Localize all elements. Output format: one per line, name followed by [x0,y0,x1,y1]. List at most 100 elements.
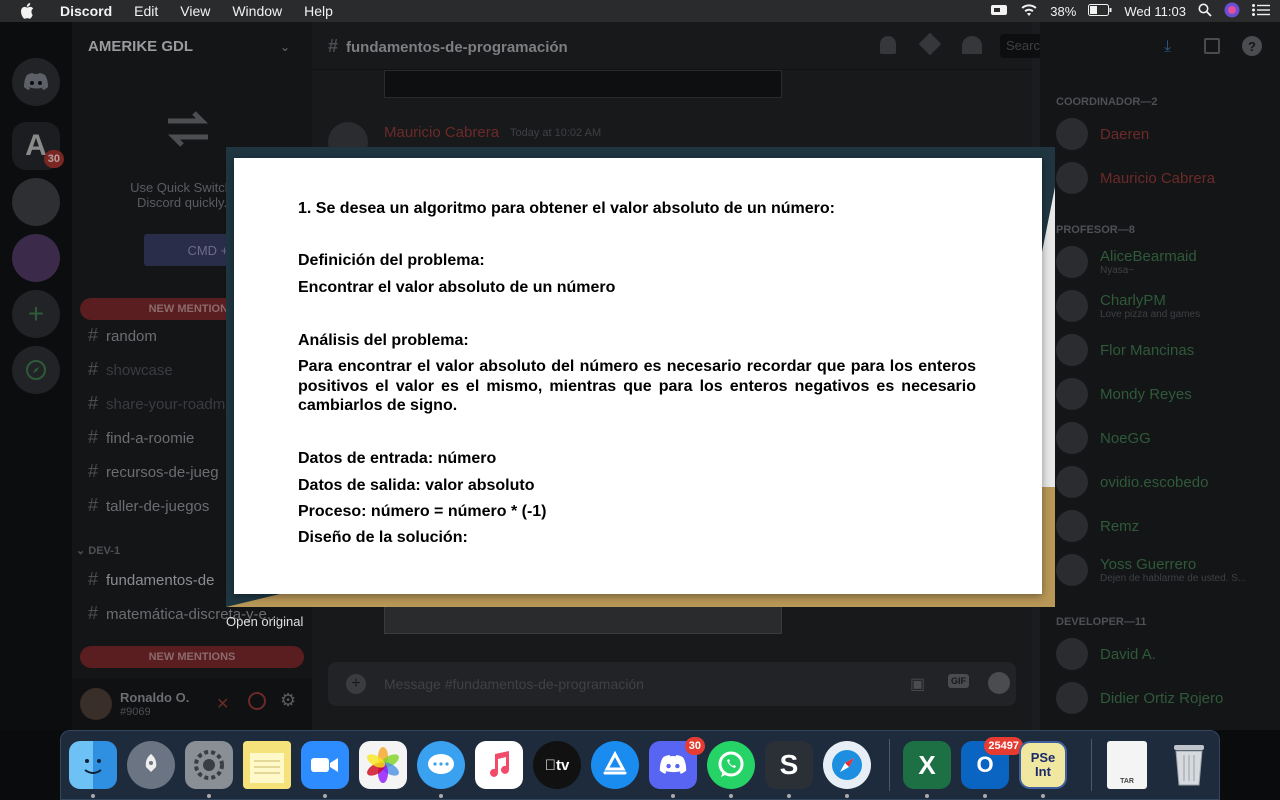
document-page: 1. Se desea un algoritmo para obtener el… [234,158,1042,594]
member-status: Nyasa~ [1100,265,1135,276]
member-name: CharlyPM [1100,292,1166,309]
menu-app-name[interactable]: Discord [56,3,116,19]
channel-title-label: fundamentos-de-programación [346,39,568,56]
channel-recursos-de-juegos[interactable]: # recursos-de-jueg [88,461,219,482]
clock[interactable]: Wed 11:03 [1124,4,1186,19]
member-name: David A. [1100,645,1156,663]
apple-tv-icon[interactable]: tv [533,741,581,789]
app-store-icon[interactable] [591,741,639,789]
member-item[interactable]: Didier Ortiz Rojero [1056,682,1223,714]
add-server-icon[interactable]: + [12,290,60,338]
member-item[interactable]: David A. [1056,638,1156,670]
excel-icon[interactable]: X [903,741,951,789]
menu-view[interactable]: View [176,3,214,19]
mute-microphone-icon[interactable]: ✕ [216,694,229,714]
server-avatar-icon[interactable] [12,234,60,282]
discord-home-icon[interactable] [12,58,60,106]
category-dev[interactable]: ⌄ DEV-1 [76,544,120,557]
discord-badge: 30 [684,737,705,755]
channel-random[interactable]: # random [88,325,157,346]
outlook-icon[interactable]: O 25497 [961,737,1023,789]
gif-picker-icon[interactable]: GIF [948,674,969,688]
member-item[interactable]: Daeren [1056,118,1149,150]
system-preferences-gear-icon[interactable] [185,741,233,789]
avatar[interactable] [80,688,112,720]
channel-taller-de-juegos[interactable]: # taller-de-juegos [88,495,209,516]
search-input-extension [860,34,980,58]
video-camera-icon[interactable] [990,3,1008,20]
launchpad-rocket-icon[interactable] [127,741,175,789]
deafen-headphones-icon[interactable] [248,692,266,710]
menu-edit[interactable]: Edit [130,3,162,19]
channel-label: recursos-de-jueg [106,464,219,481]
help-icon[interactable]: ? [1242,36,1262,56]
photos-flower-icon[interactable] [359,741,407,789]
open-original-link[interactable]: Open original [226,614,303,629]
pseint-icon[interactable]: PSe Int [1019,741,1067,789]
inbox-icon[interactable] [1204,38,1220,54]
discord-app-icon[interactable]: 30 [649,737,705,789]
member-item[interactable]: NoeGG [1056,422,1151,454]
member-item[interactable]: Yoss Guerrero Dejen de hablarme de usted.… [1056,554,1246,586]
explore-servers-icon[interactable] [12,346,60,394]
spotlight-search-icon[interactable] [1198,3,1212,20]
menu-help[interactable]: Help [300,3,337,19]
member-item[interactable]: Flor Mancinas [1056,334,1194,366]
menu-window[interactable]: Window [228,3,286,19]
channel-label: share-your-roadm [106,396,226,413]
scrivener-label: S [779,749,799,780]
apple-tv-glyph:  [545,757,556,774]
tar-archive-icon[interactable]: TAR [1107,741,1147,789]
user-settings-gear-icon[interactable]: ⚙ [280,690,296,711]
avatar [1056,554,1088,586]
server-emblem-icon[interactable] [12,178,60,226]
channel-label: random [106,328,157,345]
messages-bubble-icon[interactable] [417,741,465,789]
whatsapp-icon[interactable] [707,741,755,789]
channel-showcase[interactable]: # showcase [88,359,173,380]
chevron-down-icon[interactable]: ⌄ [280,40,290,54]
member-item[interactable]: Mauricio Cabrera [1056,162,1215,194]
siri-icon[interactable] [1224,2,1240,21]
member-item[interactable]: AliceBearmaid Nyasa~ [1056,246,1197,278]
notification-center-icon[interactable] [1252,3,1270,19]
channel-share-your-roadmap[interactable]: # share-your-roadm [88,393,225,414]
download-icon[interactable]: ⤓ [1164,38,1171,56]
finder-icon[interactable] [69,741,117,789]
server-name[interactable]: AMERIKE GDL [88,38,193,55]
running-indicator [925,794,929,798]
category-label: DEV-1 [88,545,121,557]
emoji-picker-icon[interactable] [988,672,1010,694]
channel-fundamentos-de-programacion[interactable]: # fundamentos-de [88,569,214,590]
scrivener-icon[interactable]: S [765,741,813,789]
notes-icon[interactable] [243,741,291,789]
member-item[interactable]: CharlyPM Love pizza and games [1056,290,1200,322]
safari-compass-icon[interactable] [823,741,871,789]
music-note-icon[interactable] [475,741,523,789]
apple-menu-icon[interactable] [16,0,38,22]
gift-icon[interactable]: ▣ [910,674,925,694]
zoom-video-icon[interactable] [301,741,349,789]
member-item[interactable]: Mondy Reyes [1056,378,1192,410]
excel-label: X [918,749,936,780]
server-amerike-icon[interactable]: A 30 [12,122,64,170]
analysis-title: Análisis del problema: [298,332,469,349]
message-author[interactable]: Mauricio Cabrera [384,124,499,141]
running-indicator [207,794,211,798]
running-indicator [983,794,987,798]
attached-screenshot-thumbnail-top[interactable] [384,70,782,98]
member-name: Yoss Guerrero [1100,556,1197,573]
server-mention-badge: 30 [43,150,64,168]
wifi-icon[interactable] [1020,3,1038,20]
battery-icon[interactable] [1088,3,1112,19]
member-group-coordinador: COORDINADOR—2 [1056,96,1158,108]
member-name: Mauricio Cabrera [1100,169,1216,187]
member-group-profesor: PROFESOR—8 [1056,224,1135,236]
channel-find-a-roomie[interactable]: # find-a-roomie [88,427,194,448]
member-item[interactable]: Remz [1056,510,1139,542]
member-status: Dejen de hablarme de usted. S... [1100,573,1247,584]
add-attachment-icon[interactable]: + [346,674,366,694]
trash-icon[interactable] [1165,741,1213,789]
member-item[interactable]: ovidio.escobedo [1056,466,1208,498]
new-mentions-bottom-pill[interactable]: NEW MENTIONS [80,646,304,668]
